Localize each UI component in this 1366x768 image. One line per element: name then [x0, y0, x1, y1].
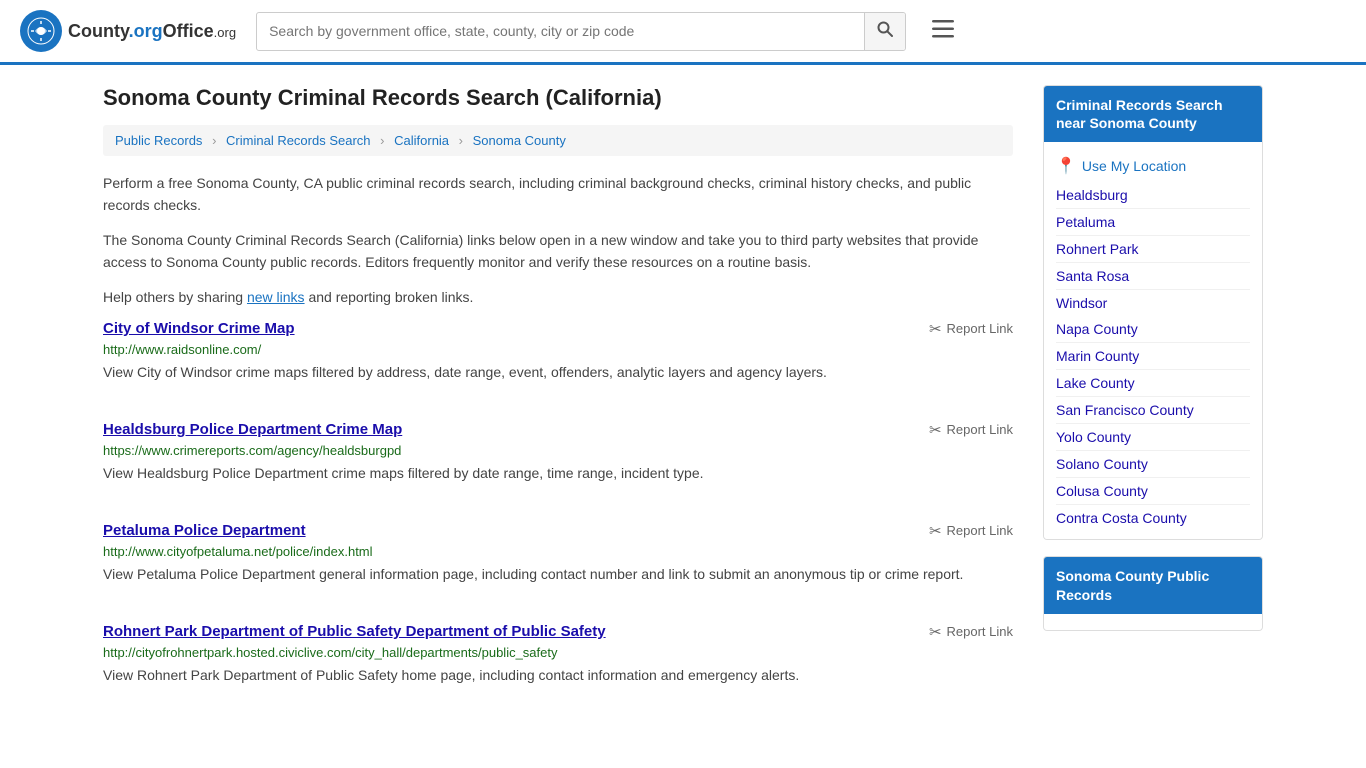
description-1: Perform a free Sonoma County, CA public …: [103, 172, 1013, 217]
description-3: Help others by sharing new links and rep…: [103, 286, 1013, 308]
report-icon-3: ✂: [929, 623, 942, 641]
result-item: Petaluma Police Department ✂ Report Link…: [103, 522, 1013, 595]
use-my-location-label: Use My Location: [1082, 158, 1186, 174]
desc3-suffix: and reporting broken links.: [305, 289, 474, 305]
location-icon: 📍: [1056, 156, 1076, 176]
report-link-btn-0[interactable]: ✂ Report Link: [929, 320, 1013, 338]
result-header: Petaluma Police Department ✂ Report Link: [103, 522, 1013, 540]
logo-link[interactable]: County.orgOffice.org: [20, 10, 236, 52]
result-url-2: http://www.cityofpetaluma.net/police/ind…: [103, 544, 1013, 559]
sidebar-county-1[interactable]: Marin County: [1056, 343, 1250, 370]
new-links-link[interactable]: new links: [247, 289, 305, 305]
search-input[interactable]: [257, 15, 864, 47]
report-link-btn-3[interactable]: ✂ Report Link: [929, 623, 1013, 641]
report-link-btn-1[interactable]: ✂ Report Link: [929, 421, 1013, 439]
breadcrumb-criminal-records[interactable]: Criminal Records Search: [226, 133, 371, 148]
report-link-label-1: Report Link: [947, 422, 1013, 437]
result-desc-3: View Rohnert Park Department of Public S…: [103, 665, 1013, 686]
result-item: Rohnert Park Department of Public Safety…: [103, 623, 1013, 696]
report-icon-2: ✂: [929, 522, 942, 540]
result-header: City of Windsor Crime Map ✂ Report Link: [103, 320, 1013, 338]
sidebar-county-5[interactable]: Solano County: [1056, 451, 1250, 478]
result-header: Rohnert Park Department of Public Safety…: [103, 623, 1013, 641]
search-button[interactable]: [864, 13, 905, 50]
sidebar-body-1: 📍 Use My Location HealdsburgPetalumaRohn…: [1044, 142, 1262, 539]
result-item: City of Windsor Crime Map ✂ Report Link …: [103, 320, 1013, 393]
result-header: Healdsburg Police Department Crime Map ✂…: [103, 421, 1013, 439]
sidebar-city-1[interactable]: Petaluma: [1056, 209, 1250, 236]
site-header: County.orgOffice.org: [0, 0, 1366, 65]
breadcrumb-california[interactable]: California: [394, 133, 449, 148]
main-container: Sonoma County Criminal Records Search (C…: [83, 65, 1283, 744]
result-title-3[interactable]: Rohnert Park Department of Public Safety…: [103, 623, 606, 640]
sidebar-city-0[interactable]: Healdsburg: [1056, 182, 1250, 209]
menu-button[interactable]: [926, 12, 960, 50]
sidebar-county-6[interactable]: Colusa County: [1056, 478, 1250, 505]
breadcrumb-sonoma[interactable]: Sonoma County: [473, 133, 566, 148]
report-link-label-2: Report Link: [947, 523, 1013, 538]
report-link-btn-2[interactable]: ✂ Report Link: [929, 522, 1013, 540]
sidebar-county-2[interactable]: Lake County: [1056, 370, 1250, 397]
content-area: Sonoma County Criminal Records Search (C…: [103, 85, 1013, 724]
page-title: Sonoma County Criminal Records Search (C…: [103, 85, 1013, 111]
counties-list: Napa CountyMarin CountyLake CountySan Fr…: [1056, 316, 1250, 531]
sidebar-county-0[interactable]: Napa County: [1056, 316, 1250, 343]
result-title-1[interactable]: Healdsburg Police Department Crime Map: [103, 421, 402, 438]
search-bar: [256, 12, 906, 51]
sidebar-city-2[interactable]: Rohnert Park: [1056, 236, 1250, 263]
results-container: City of Windsor Crime Map ✂ Report Link …: [103, 320, 1013, 696]
breadcrumb-public-records[interactable]: Public Records: [115, 133, 202, 148]
sidebar-county-3[interactable]: San Francisco County: [1056, 397, 1250, 424]
breadcrumb: Public Records › Criminal Records Search…: [103, 125, 1013, 156]
sidebar-city-4[interactable]: Windsor: [1056, 290, 1250, 316]
result-title-0[interactable]: City of Windsor Crime Map: [103, 320, 295, 337]
sidebar-header-1: Criminal Records Search near Sonoma Coun…: [1044, 86, 1262, 142]
breadcrumb-sep-1: ›: [212, 133, 216, 148]
report-link-label-3: Report Link: [947, 624, 1013, 639]
desc3-prefix: Help others by sharing: [103, 289, 247, 305]
sidebar: Criminal Records Search near Sonoma Coun…: [1043, 85, 1263, 724]
result-url-1: https://www.crimereports.com/agency/heal…: [103, 443, 1013, 458]
report-icon-1: ✂: [929, 421, 942, 439]
result-desc-0: View City of Windsor crime maps filtered…: [103, 362, 1013, 383]
use-my-location-link[interactable]: 📍 Use My Location: [1056, 150, 1250, 182]
report-icon-0: ✂: [929, 320, 942, 338]
logo-text: County.orgOffice.org: [68, 21, 236, 42]
sidebar-city-3[interactable]: Santa Rosa: [1056, 263, 1250, 290]
sidebar-county-7[interactable]: Contra Costa County: [1056, 505, 1250, 531]
description-2: The Sonoma County Criminal Records Searc…: [103, 229, 1013, 274]
breadcrumb-sep-2: ›: [380, 133, 384, 148]
result-url-3: http://cityofrohnertpark.hosted.civicliv…: [103, 645, 1013, 660]
result-desc-2: View Petaluma Police Department general …: [103, 564, 1013, 585]
public-records-section: Sonoma County Public Records: [1043, 556, 1263, 630]
sidebar-county-4[interactable]: Yolo County: [1056, 424, 1250, 451]
cities-list: HealdsburgPetalumaRohnert ParkSanta Rosa…: [1056, 182, 1250, 316]
result-desc-1: View Healdsburg Police Department crime …: [103, 463, 1013, 484]
nearby-section: Criminal Records Search near Sonoma Coun…: [1043, 85, 1263, 540]
result-url-0: http://www.raidsonline.com/: [103, 342, 1013, 357]
result-title-2[interactable]: Petaluma Police Department: [103, 522, 306, 539]
report-link-label-0: Report Link: [947, 321, 1013, 336]
logo-icon: [20, 10, 62, 52]
breadcrumb-sep-3: ›: [459, 133, 463, 148]
result-item: Healdsburg Police Department Crime Map ✂…: [103, 421, 1013, 494]
sidebar-header-2: Sonoma County Public Records: [1044, 557, 1262, 613]
sidebar-body-2: [1044, 614, 1262, 630]
